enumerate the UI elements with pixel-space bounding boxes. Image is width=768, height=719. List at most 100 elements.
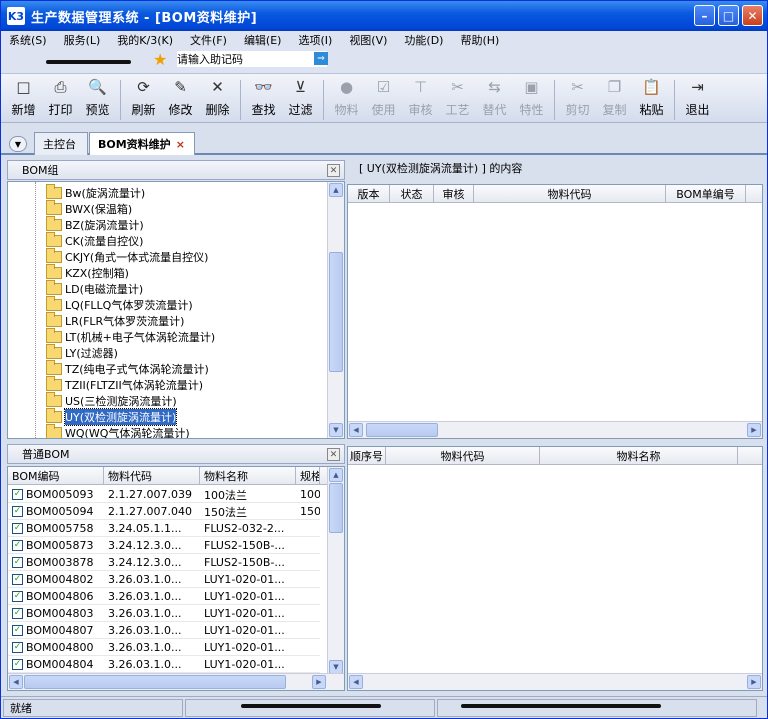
checked-checkbox-icon[interactable]: ✓ (12, 540, 23, 551)
scroll-thumb[interactable] (329, 252, 343, 372)
column-header[interactable]: 物料代码 (386, 447, 540, 465)
scroll-right-icon[interactable]: ▶ (312, 675, 326, 689)
bom-content-grid[interactable]: 版本 状态 审核 物料代码 BOM单编号 ◀ ▶ (347, 184, 763, 439)
column-header[interactable]: 物料名称 (200, 467, 296, 485)
substitute-button[interactable]: ⇆ 替代 (476, 77, 513, 123)
table-row[interactable]: ✓ BOM004802 3.26.03.1.0... LUY1-020-01... (8, 571, 320, 588)
bom-horizontal-scrollbar[interactable]: ◀ ▶ (8, 673, 344, 690)
process-button[interactable]: ✂ 工艺 (439, 77, 476, 123)
chevron-down-icon[interactable]: ▼ (9, 136, 27, 152)
tab-bom-maintenance[interactable]: BOM资料维护 × (89, 132, 195, 155)
filter-button[interactable]: ⊻ 过滤 (282, 77, 319, 123)
find-button[interactable]: 👓 查找 (245, 77, 282, 123)
checked-checkbox-icon[interactable]: ✓ (12, 574, 23, 585)
close-panel-icon[interactable]: ✕ (327, 164, 340, 177)
tree-node[interactable]: TZ(纯电子式气体涡轮流量计) (46, 360, 209, 377)
tree-node[interactable]: LR(FLR气体罗茨流量计) (46, 312, 184, 329)
copy-button[interactable]: ❐ 复制 (596, 77, 633, 123)
table-row[interactable]: ✓ BOM004803 3.26.03.1.0... LUY1-020-01... (8, 605, 320, 622)
tab-close-icon[interactable]: × (176, 138, 185, 151)
maximize-button[interactable]: □ (718, 5, 739, 26)
tree-vertical-scrollbar[interactable]: ▲ ▼ (327, 182, 344, 438)
checked-checkbox-icon[interactable]: ✓ (12, 642, 23, 653)
table-row[interactable]: ✓ BOM004804 3.26.03.1.0... LUY1-020-01... (8, 656, 320, 673)
menu-item[interactable]: 服务(L) (64, 32, 101, 48)
tree-node[interactable]: LD(电磁流量计) (46, 280, 143, 297)
scroll-thumb[interactable] (329, 483, 343, 533)
refresh-button[interactable]: ⟳ 刷新 (125, 77, 162, 123)
table-row[interactable]: ✓ BOM005093 2.1.27.007.039 100法兰 100 (8, 486, 320, 503)
tree-node[interactable]: CKJY(角式一体式流量自控仪) (46, 248, 208, 265)
menu-item[interactable]: 选项(I) (298, 32, 332, 48)
checked-checkbox-icon[interactable]: ✓ (12, 557, 23, 568)
bom-vertical-scrollbar[interactable]: ▲ ▼ (327, 467, 344, 675)
tree-node[interactable]: CK(流量自控仪) (46, 232, 143, 249)
table-row[interactable]: ✓ BOM005758 3.24.05.1.1... FLUS2-032-2... (8, 520, 320, 537)
scroll-left-icon[interactable]: ◀ (9, 675, 23, 689)
scroll-thumb[interactable] (366, 423, 438, 437)
table-row[interactable]: ✓ BOM005873 3.24.12.3.0... FLUS2-150B-... (8, 537, 320, 554)
tree-node[interactable]: BZ(旋涡流量计) (46, 216, 144, 233)
table-row[interactable]: ✓ BOM004806 3.26.03.1.0... LUY1-020-01... (8, 588, 320, 605)
scroll-down-icon[interactable]: ▼ (329, 660, 343, 674)
edit-button[interactable]: ✎ 修改 (162, 77, 199, 123)
tree-node[interactable]: LT(机械+电子气体涡轮流量计) (46, 328, 215, 345)
scroll-up-icon[interactable]: ▲ (329, 183, 343, 197)
table-row[interactable]: ✓ BOM004807 3.26.03.1.0... LUY1-020-01... (8, 622, 320, 639)
delete-button[interactable]: ✕ 删除 (199, 77, 236, 123)
tree-node[interactable]: UY(双检测旋涡流量计) (46, 408, 178, 426)
minimize-button[interactable]: – (694, 5, 715, 26)
use-button[interactable]: ☑ 使用 (365, 77, 402, 123)
scroll-left-icon[interactable]: ◀ (349, 423, 363, 437)
bom-detail-grid[interactable]: 顺序号 物料代码 物料名称 ◀ ▶ (347, 446, 763, 691)
table-row[interactable]: ✓ BOM003878 3.24.12.3.0... FLUS2-150B-... (8, 554, 320, 571)
table-row[interactable]: ✓ BOM005094 2.1.27.007.040 150法兰 150 (8, 503, 320, 520)
column-header[interactable]: 规格 (296, 467, 320, 485)
menu-item[interactable]: 编辑(E) (244, 32, 282, 48)
column-header[interactable]: 状态 (390, 185, 434, 203)
audit-button[interactable]: ⊤ 审核 (402, 77, 439, 123)
feature-button[interactable]: ▣ 特性 (513, 77, 550, 123)
title-bar[interactable]: K3 生产数据管理系统 - [BOM资料维护] – □ ✕ (1, 1, 767, 31)
paste-button[interactable]: 📋 粘贴 (633, 77, 670, 123)
column-header[interactable]: 物料名称 (540, 447, 738, 465)
column-header[interactable]: 版本 (348, 185, 390, 203)
scroll-thumb[interactable] (24, 675, 286, 689)
checked-checkbox-icon[interactable]: ✓ (12, 523, 23, 534)
column-header[interactable]: 顺序号 (348, 447, 386, 465)
column-header[interactable]: 审核 (434, 185, 474, 203)
column-header[interactable]: 物料代码 (104, 467, 200, 485)
go-arrow-icon[interactable]: ⇒ (314, 52, 328, 65)
normal-bom-grid[interactable]: BOM编码 物料代码 物料名称 规格 ▲ ▼ ◀ ▶ ✓ BOM005093 2.1.27… (7, 466, 345, 691)
checked-checkbox-icon[interactable]: ✓ (12, 489, 23, 500)
preview-button[interactable]: 🔍 预览 (79, 77, 116, 123)
checked-checkbox-icon[interactable]: ✓ (12, 591, 23, 602)
scroll-up-icon[interactable]: ▲ (329, 468, 343, 482)
tree-node[interactable]: LY(过滤器) (46, 344, 118, 361)
checked-checkbox-icon[interactable]: ✓ (12, 506, 23, 517)
scroll-down-icon[interactable]: ▼ (329, 423, 343, 437)
content-horizontal-scrollbar[interactable]: ◀ ▶ (348, 421, 762, 438)
column-header[interactable]: BOM编码 (8, 467, 104, 485)
material-button[interactable]: ● 物料 (328, 77, 365, 123)
cut-button[interactable]: ✂ 剪切 (559, 77, 596, 123)
column-header[interactable]: 物料代码 (474, 185, 666, 203)
scroll-right-icon[interactable]: ▶ (747, 675, 761, 689)
tree-node[interactable]: KZX(控制箱) (46, 264, 129, 281)
tree-node[interactable]: LQ(FLLQ气体罗茨流量计) (46, 296, 193, 313)
menu-item[interactable]: 我的K/3(K) (117, 32, 173, 48)
menu-item[interactable]: 帮助(H) (460, 32, 499, 48)
menu-item[interactable]: 功能(D) (404, 32, 443, 48)
checked-checkbox-icon[interactable]: ✓ (12, 608, 23, 619)
scroll-right-icon[interactable]: ▶ (747, 423, 761, 437)
checked-checkbox-icon[interactable]: ✓ (12, 659, 23, 670)
detail-horizontal-scrollbar[interactable]: ◀ ▶ (348, 673, 762, 690)
tree-node[interactable]: US(三检测旋涡流量计) (46, 392, 177, 409)
checked-checkbox-icon[interactable]: ✓ (12, 625, 23, 636)
tree-node[interactable]: Bw(旋涡流量计) (46, 184, 145, 201)
column-header[interactable]: BOM单编号 (666, 185, 746, 203)
tree-node[interactable]: BWX(保温箱) (46, 200, 132, 217)
scroll-left-icon[interactable]: ◀ (349, 675, 363, 689)
close-button[interactable]: ✕ (742, 5, 763, 26)
new-button[interactable]: □ 新增 (5, 77, 42, 123)
